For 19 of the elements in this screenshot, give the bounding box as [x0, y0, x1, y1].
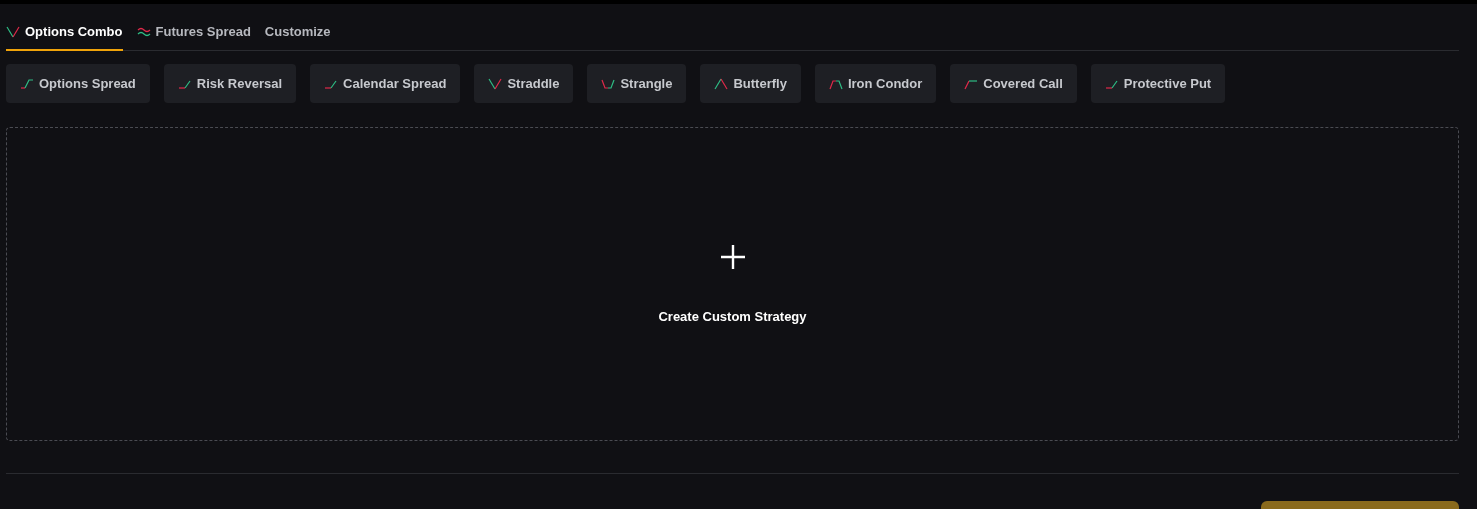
payoff-icon	[20, 76, 34, 91]
strategy-button[interactable]: Butterfly	[700, 64, 801, 103]
strategy-button[interactable]: Options Spread	[6, 64, 150, 103]
strategy-button[interactable]: Iron Condor	[814, 64, 937, 103]
tab[interactable]: Options Combo	[6, 20, 123, 51]
create-strategy-area[interactable]: Create Custom Strategy	[6, 127, 1459, 441]
payoff-icon	[488, 76, 503, 91]
payoff-icon	[714, 76, 729, 91]
strategy-button[interactable]: Risk Reversal	[163, 64, 297, 103]
create-strategy-label: Create Custom Strategy	[658, 309, 807, 324]
payoff-icon	[6, 24, 20, 39]
strategy-button[interactable]: Covered Call	[950, 64, 1077, 103]
strategy-button[interactable]: Strangle	[587, 64, 687, 103]
strategy-button[interactable]: Protective Put	[1090, 64, 1226, 103]
strategy-button[interactable]: Straddle	[474, 64, 574, 103]
strategy-button[interactable]: Calendar Spread	[310, 64, 461, 103]
plus-icon	[718, 243, 747, 271]
tab[interactable]: Futures Spread	[136, 20, 251, 51]
tab[interactable]: Customize	[264, 20, 331, 51]
